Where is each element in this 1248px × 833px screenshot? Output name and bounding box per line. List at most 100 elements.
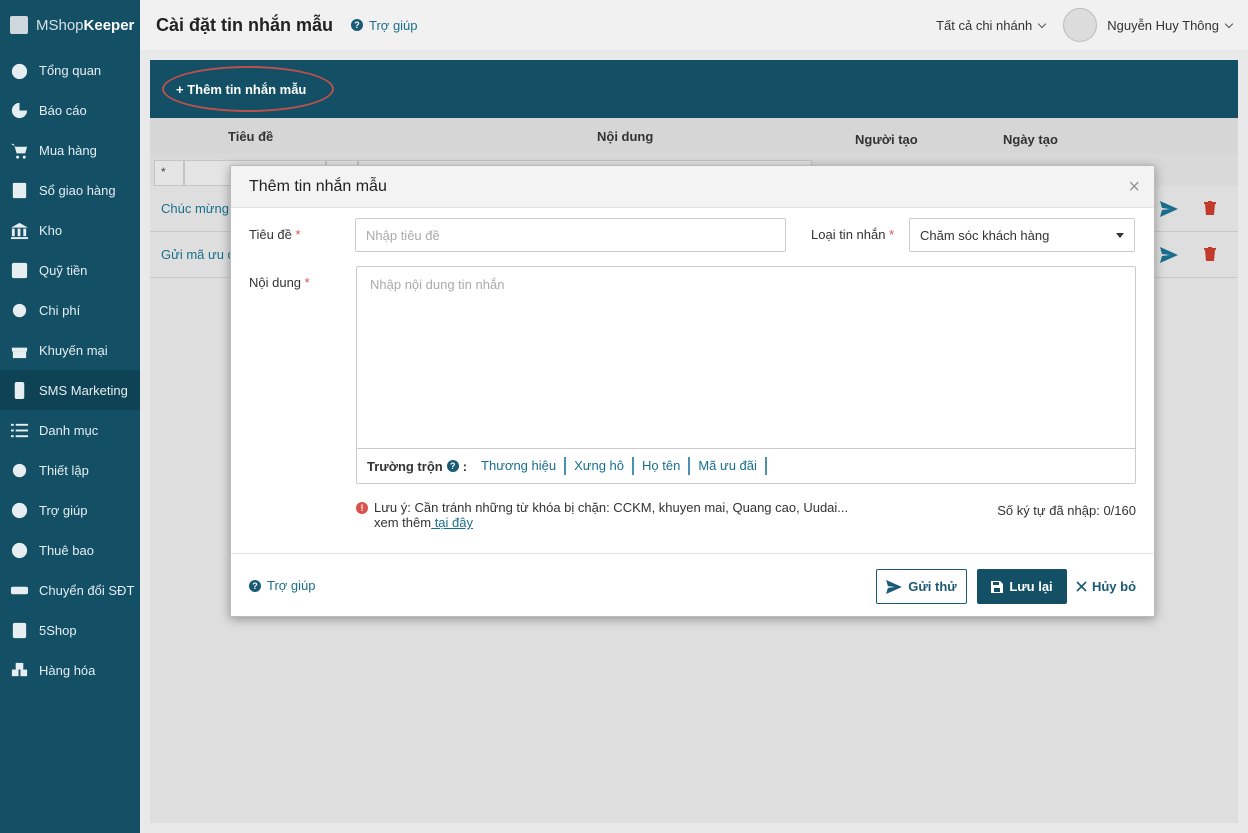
merge-field-brand[interactable]: Thương hiệu: [473, 457, 567, 475]
sidebar-item-5shop[interactable]: 5Shop: [0, 610, 140, 650]
page-title: Cài đặt tin nhắn mẫu: [156, 14, 334, 35]
sidebar-item-label: Chuyển đổi SĐT: [39, 582, 135, 598]
modal-help-link[interactable]: ? Trợ giúp: [249, 578, 316, 593]
sidebar-item-help[interactable]: Trợ giúp: [0, 490, 140, 530]
close-icon: [1076, 581, 1087, 592]
sidebar-item-label: Chi phí: [39, 302, 81, 318]
send-test-button[interactable]: Gửi thử: [876, 569, 967, 604]
sidebar-item-gift[interactable]: Khuyến mại: [0, 330, 140, 370]
modal-footer: ? Trợ giúp Gửi thử Lưu lại Hủy bỏ: [231, 553, 1154, 617]
phone-convert-icon: [10, 581, 29, 600]
trash-icon[interactable]: [1204, 201, 1216, 215]
sidebar-item-label: Tổng quan: [39, 62, 102, 78]
sidebar-item-user[interactable]: Thuê bao: [0, 530, 140, 570]
merge-field-salutation[interactable]: Xưng hô: [566, 457, 635, 475]
save-button[interactable]: Lưu lại: [977, 569, 1067, 604]
send-icon: [886, 579, 903, 594]
question-icon[interactable]: ?: [446, 460, 459, 472]
content-placeholder: Nhập nội dung tin nhắn: [370, 277, 505, 292]
logo-text-bold: Keeper: [83, 16, 135, 34]
column-header-title[interactable]: Tiêu đề: [228, 129, 273, 144]
header-help-label: Trợ giúp: [369, 17, 418, 33]
sidebar-nav: Tổng quan Báo cáo Mua hàng Sổ giao hàng Kho Q…: [0, 50, 140, 690]
message-type-select[interactable]: Chăm sóc khách hàng: [909, 218, 1135, 252]
message-type-value: Chăm sóc khách hàng: [920, 227, 1050, 243]
sidebar-item-label: Thiết lập: [39, 462, 89, 478]
header-help-link[interactable]: ? Trợ giúp: [351, 18, 418, 33]
sidebar: MShop Keeper Tổng quan Báo cáo Mua hàng Sổ g…: [0, 0, 140, 833]
sidebar-item-expense[interactable]: Chi phí: [0, 290, 140, 330]
gift-icon: [10, 341, 29, 360]
table-header: Tiêu đề Nội dung Người tạo Ngày tạo: [150, 118, 1238, 154]
app-logo[interactable]: MShop Keeper: [0, 0, 140, 50]
character-counter: Số ký tự đã nhập: 0/160: [997, 503, 1136, 518]
note-here-link[interactable]: tại đây: [431, 515, 473, 530]
sidebar-item-list[interactable]: Danh mục: [0, 410, 140, 450]
sidebar-item-label: Trợ giúp: [39, 502, 88, 518]
shopping-bag-icon: [10, 16, 28, 34]
question-icon: ?: [351, 19, 364, 31]
merge-field-fullname[interactable]: Họ tên: [634, 457, 691, 475]
mobile-icon: [10, 381, 29, 400]
avatar[interactable]: [1063, 8, 1098, 42]
sidebar-item-label: Báo cáo: [39, 102, 87, 118]
chevron-down-icon: [1037, 19, 1047, 28]
send-icon[interactable]: [1160, 201, 1178, 217]
add-template-modal: Thêm tin nhắn mẫu × Tiêu đề * Nhập tiêu …: [230, 165, 1155, 617]
merge-field-promo-code[interactable]: Mã ưu đãi: [690, 457, 767, 475]
sidebar-item-label: Hàng hóa: [39, 662, 96, 678]
warehouse-icon: [10, 221, 29, 240]
title-input[interactable]: Nhập tiêu đề: [355, 218, 786, 252]
branch-dropdown[interactable]: Tất cả chi nhánh: [936, 17, 1047, 33]
caret-down-icon: [1116, 232, 1124, 238]
content-label-text: Nội dung: [249, 275, 302, 290]
send-icon[interactable]: [1160, 247, 1178, 263]
column-header-creator[interactable]: Người tạo: [855, 132, 918, 147]
row-title[interactable]: Chúc mừng: [161, 201, 229, 216]
required-marker: *: [304, 275, 310, 290]
modal-help-label: Trợ giúp: [267, 578, 316, 593]
user-icon: [10, 541, 29, 560]
branch-label: Tất cả chi nhánh: [936, 17, 1033, 33]
chevron-down-icon: [1224, 19, 1234, 28]
filter-operator[interactable]: *: [154, 160, 184, 186]
sidebar-item-label: Danh mục: [39, 422, 99, 438]
title-field-label: Tiêu đề *: [249, 227, 301, 242]
gear-icon: [10, 461, 29, 480]
sidebar-item-dashboard[interactable]: Tổng quan: [0, 50, 140, 90]
sidebar-item-cubes[interactable]: Hàng hóa: [0, 650, 140, 690]
add-template-button[interactable]: + Thêm tin nhắn mẫu: [161, 65, 335, 112]
trash-icon[interactable]: [1204, 247, 1216, 261]
sidebar-item-delivery-book[interactable]: Sổ giao hàng: [0, 170, 140, 210]
sidebar-item-label: Thuê bao: [39, 542, 94, 558]
delivery-book-icon: [10, 181, 29, 200]
cubes-icon: [10, 661, 29, 680]
close-icon[interactable]: ×: [1128, 177, 1140, 197]
column-header-date[interactable]: Ngày tạo: [1003, 132, 1058, 147]
sidebar-item-phone-convert[interactable]: Chuyển đổi SĐT: [0, 570, 140, 610]
sidebar-item-cart[interactable]: Mua hàng: [0, 130, 140, 170]
cancel-label: Hủy bỏ: [1091, 579, 1137, 594]
column-header-content[interactable]: Nội dung: [597, 129, 653, 144]
pie-chart-icon: [10, 101, 29, 120]
cancel-button[interactable]: Hủy bỏ: [1075, 569, 1137, 604]
sidebar-item-label: Quỹ tiền: [39, 262, 88, 278]
cart-icon: [10, 141, 29, 160]
user-menu[interactable]: Nguyễn Huy Thông: [1107, 18, 1234, 33]
sidebar-item-mobile[interactable]: SMS Marketing: [0, 370, 140, 410]
note-text: Lưu ý: Cần tránh những từ khóa bị chặn: …: [374, 500, 849, 515]
merge-fields-label-text: Trường trộn: [367, 458, 443, 474]
content-field-label: Nội dung *: [249, 275, 310, 290]
sidebar-item-safe[interactable]: Quỹ tiền: [0, 250, 140, 290]
floppy-disk-icon: [991, 580, 1004, 593]
row-title[interactable]: Gửi mã ưu đ: [161, 247, 235, 262]
merge-fields-bar: Trường trộn ?: Thương hiệu Xưng hô Họ tê…: [357, 448, 1135, 483]
content-textarea[interactable]: Nhập nội dung tin nhắn Trường trộn ?: Th…: [356, 266, 1136, 484]
sidebar-item-pie-chart[interactable]: Báo cáo: [0, 90, 140, 130]
sidebar-item-label: Khuyến mại: [39, 342, 108, 358]
sidebar-item-label: SMS Marketing: [39, 382, 128, 398]
sidebar-item-warehouse[interactable]: Kho: [0, 210, 140, 250]
warning-icon: !: [356, 502, 368, 514]
sidebar-item-label: 5Shop: [39, 622, 77, 638]
sidebar-item-gear[interactable]: Thiết lập: [0, 450, 140, 490]
